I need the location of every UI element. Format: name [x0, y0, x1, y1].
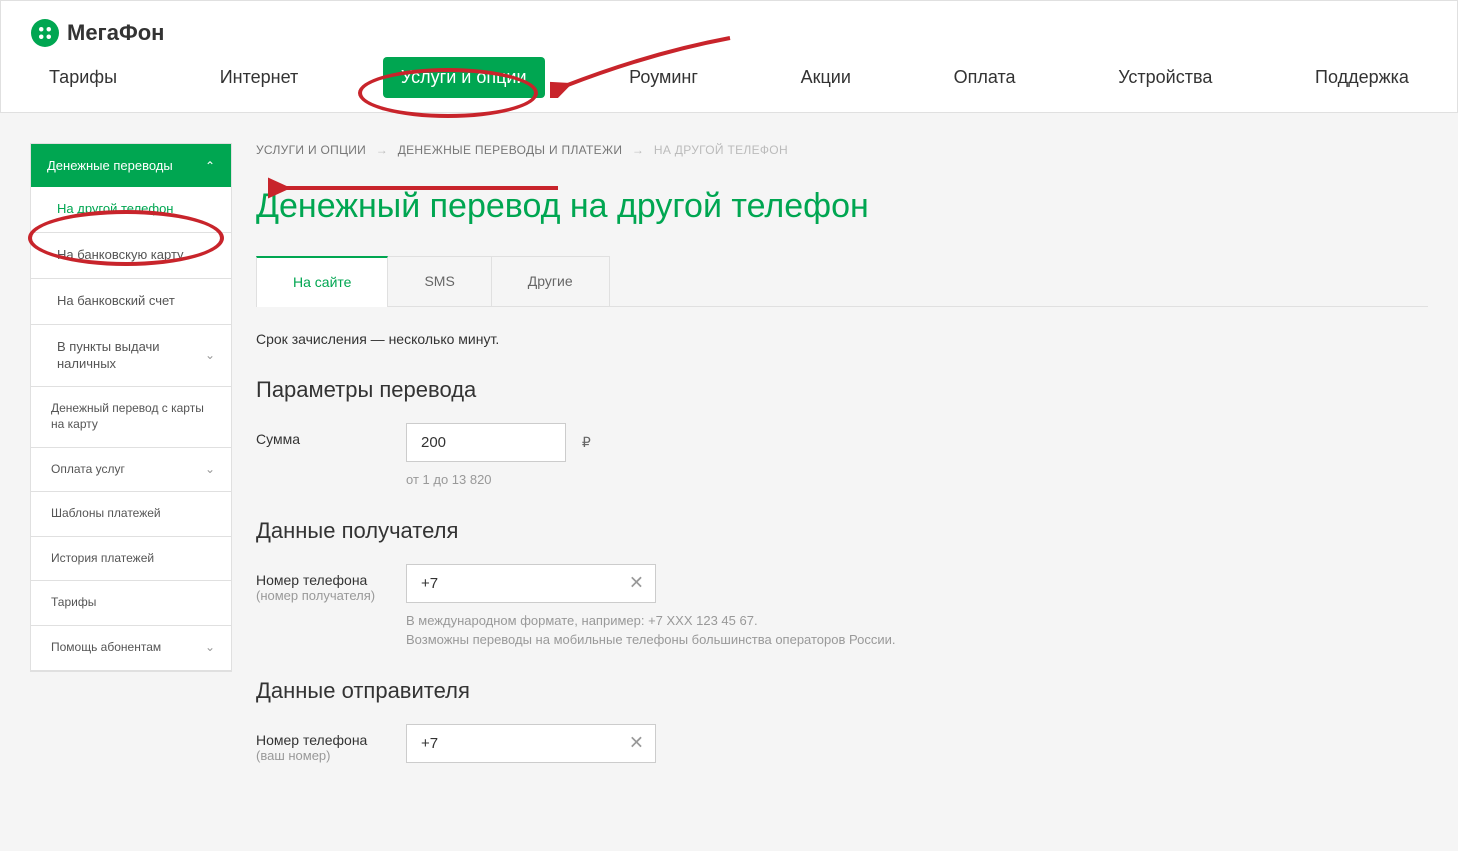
nav-internet[interactable]: Интернет — [202, 57, 317, 98]
tab-sms[interactable]: SMS — [387, 256, 491, 306]
nav-tariffs[interactable]: Тарифы — [31, 57, 135, 98]
currency-symbol: ₽ — [582, 426, 591, 451]
sender-phone-label: Номер телефона — [256, 732, 367, 748]
tab-website[interactable]: На сайте — [256, 256, 388, 306]
credit-time-note: Срок зачисления — несколько минут. — [256, 331, 1428, 347]
section-params-title: Параметры перевода — [256, 377, 1428, 403]
sender-phone-input[interactable] — [406, 724, 656, 763]
brand-name: МегаФон — [67, 20, 164, 46]
main-nav: Тарифы Интернет Услуги и опции Роуминг А… — [1, 57, 1457, 112]
sidebar-header-label: Денежные переводы — [47, 158, 173, 173]
breadcrumb: УСЛУГИ И ОПЦИИ → ДЕНЕЖНЫЕ ПЕРЕВОДЫ И ПЛА… — [256, 143, 1428, 157]
phone-format-hint: В международном формате, например: +7 XX… — [406, 611, 895, 631]
megafon-icon — [31, 19, 59, 47]
breadcrumb-current: НА ДРУГОЙ ТЕЛЕФОН — [654, 143, 788, 157]
sidebar-header[interactable]: Денежные переводы ⌃ — [31, 144, 231, 187]
nav-roaming[interactable]: Роуминг — [611, 57, 716, 98]
nav-devices[interactable]: Устройства — [1100, 57, 1230, 98]
separator-icon: → — [376, 143, 388, 157]
chevron-down-icon: ⌄ — [205, 640, 215, 656]
recipient-phone-sublabel: (номер получателя) — [256, 588, 406, 603]
clear-icon[interactable]: ✕ — [629, 573, 644, 594]
sender-phone-sublabel: (ваш номер) — [256, 748, 406, 763]
recipient-phone-input[interactable] — [406, 564, 656, 603]
sidebar-item-templates[interactable]: Шаблоны платежей — [31, 492, 231, 537]
sidebar-item-help[interactable]: Помощь абонентам⌄ — [31, 626, 231, 671]
sidebar-item-bank-account[interactable]: На банковский счет — [31, 279, 231, 325]
separator-icon: → — [632, 143, 644, 157]
nav-payment[interactable]: Оплата — [936, 57, 1034, 98]
chevron-down-icon: ⌄ — [205, 462, 215, 478]
recipient-phone-label: Номер телефона — [256, 572, 367, 588]
clear-icon[interactable]: ✕ — [629, 733, 644, 754]
amount-label: Сумма — [256, 423, 406, 447]
sidebar-item-history[interactable]: История платежей — [31, 537, 231, 582]
tab-other[interactable]: Другие — [491, 256, 610, 306]
main-content: УСЛУГИ И ОПЦИИ → ДЕНЕЖНЫЕ ПЕРЕВОДЫ И ПЛА… — [256, 143, 1428, 769]
sidebar-item-other-phone[interactable]: На другой телефон — [31, 187, 231, 233]
sidebar-item-cash-points[interactable]: В пункты выдачи наличных⌄ — [31, 325, 231, 388]
sidebar-item-tariffs[interactable]: Тарифы — [31, 581, 231, 626]
nav-services[interactable]: Услуги и опции — [383, 57, 545, 98]
sidebar-item-pay-services[interactable]: Оплата услуг⌄ — [31, 448, 231, 493]
sidebar-item-bank-card[interactable]: На банковскую карту — [31, 233, 231, 279]
section-recipient-title: Данные получателя — [256, 518, 1428, 544]
brand-logo[interactable]: МегаФон — [31, 19, 164, 47]
breadcrumb-transfers[interactable]: ДЕНЕЖНЫЕ ПЕРЕВОДЫ И ПЛАТЕЖИ — [398, 143, 623, 157]
nav-support[interactable]: Поддержка — [1297, 57, 1427, 98]
chevron-up-icon: ⌃ — [205, 159, 215, 173]
page-title: Денежный перевод на другой телефон — [256, 187, 1428, 226]
method-tabs: На сайте SMS Другие — [256, 256, 1428, 307]
section-sender-title: Данные отправителя — [256, 678, 1428, 704]
page-header: МегаФон Тарифы Интернет Услуги и опции Р… — [0, 0, 1458, 113]
nav-promo[interactable]: Акции — [783, 57, 869, 98]
phone-operators-hint: Возможны переводы на мобильные телефоны … — [406, 630, 895, 650]
sidebar-item-card-to-card[interactable]: Денежный перевод с карты на карту — [31, 387, 231, 447]
sidebar: Денежные переводы ⌃ На другой телефон На… — [30, 143, 232, 672]
amount-hint: от 1 до 13 820 — [406, 470, 591, 490]
chevron-down-icon: ⌄ — [205, 348, 215, 364]
breadcrumb-services[interactable]: УСЛУГИ И ОПЦИИ — [256, 143, 366, 157]
amount-input[interactable] — [406, 423, 566, 462]
